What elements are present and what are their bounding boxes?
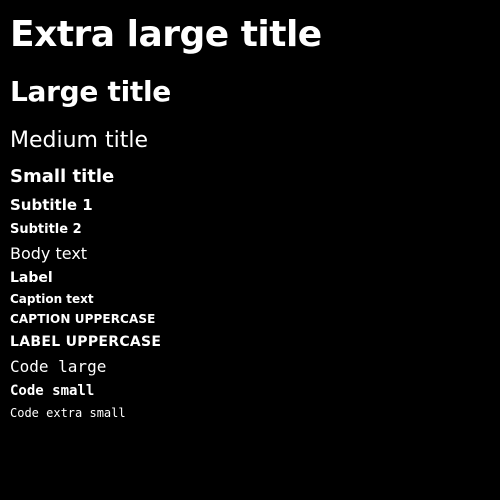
body-text: Body text bbox=[10, 244, 88, 263]
caption-uppercase: CAPTION UPPERCASE bbox=[10, 312, 156, 326]
large-title: Large title bbox=[10, 75, 171, 108]
medium-title: Medium title bbox=[10, 128, 148, 153]
subtitle-1: Subtitle 1 bbox=[10, 196, 93, 214]
caption-text: Caption text bbox=[10, 292, 94, 306]
label-text: Label bbox=[10, 270, 53, 286]
extra-large-title: Extra large title bbox=[10, 14, 322, 55]
code-large: Code large bbox=[10, 357, 107, 376]
typography-specimen-page: Extra large title Large title Medium tit… bbox=[0, 0, 500, 500]
code-small: Code small bbox=[10, 383, 95, 399]
small-title: Small title bbox=[10, 166, 115, 187]
label-uppercase: LABEL UPPERCASE bbox=[10, 334, 162, 350]
code-extra-small: Code extra small bbox=[10, 406, 126, 420]
subtitle-2: Subtitle 2 bbox=[10, 222, 82, 237]
